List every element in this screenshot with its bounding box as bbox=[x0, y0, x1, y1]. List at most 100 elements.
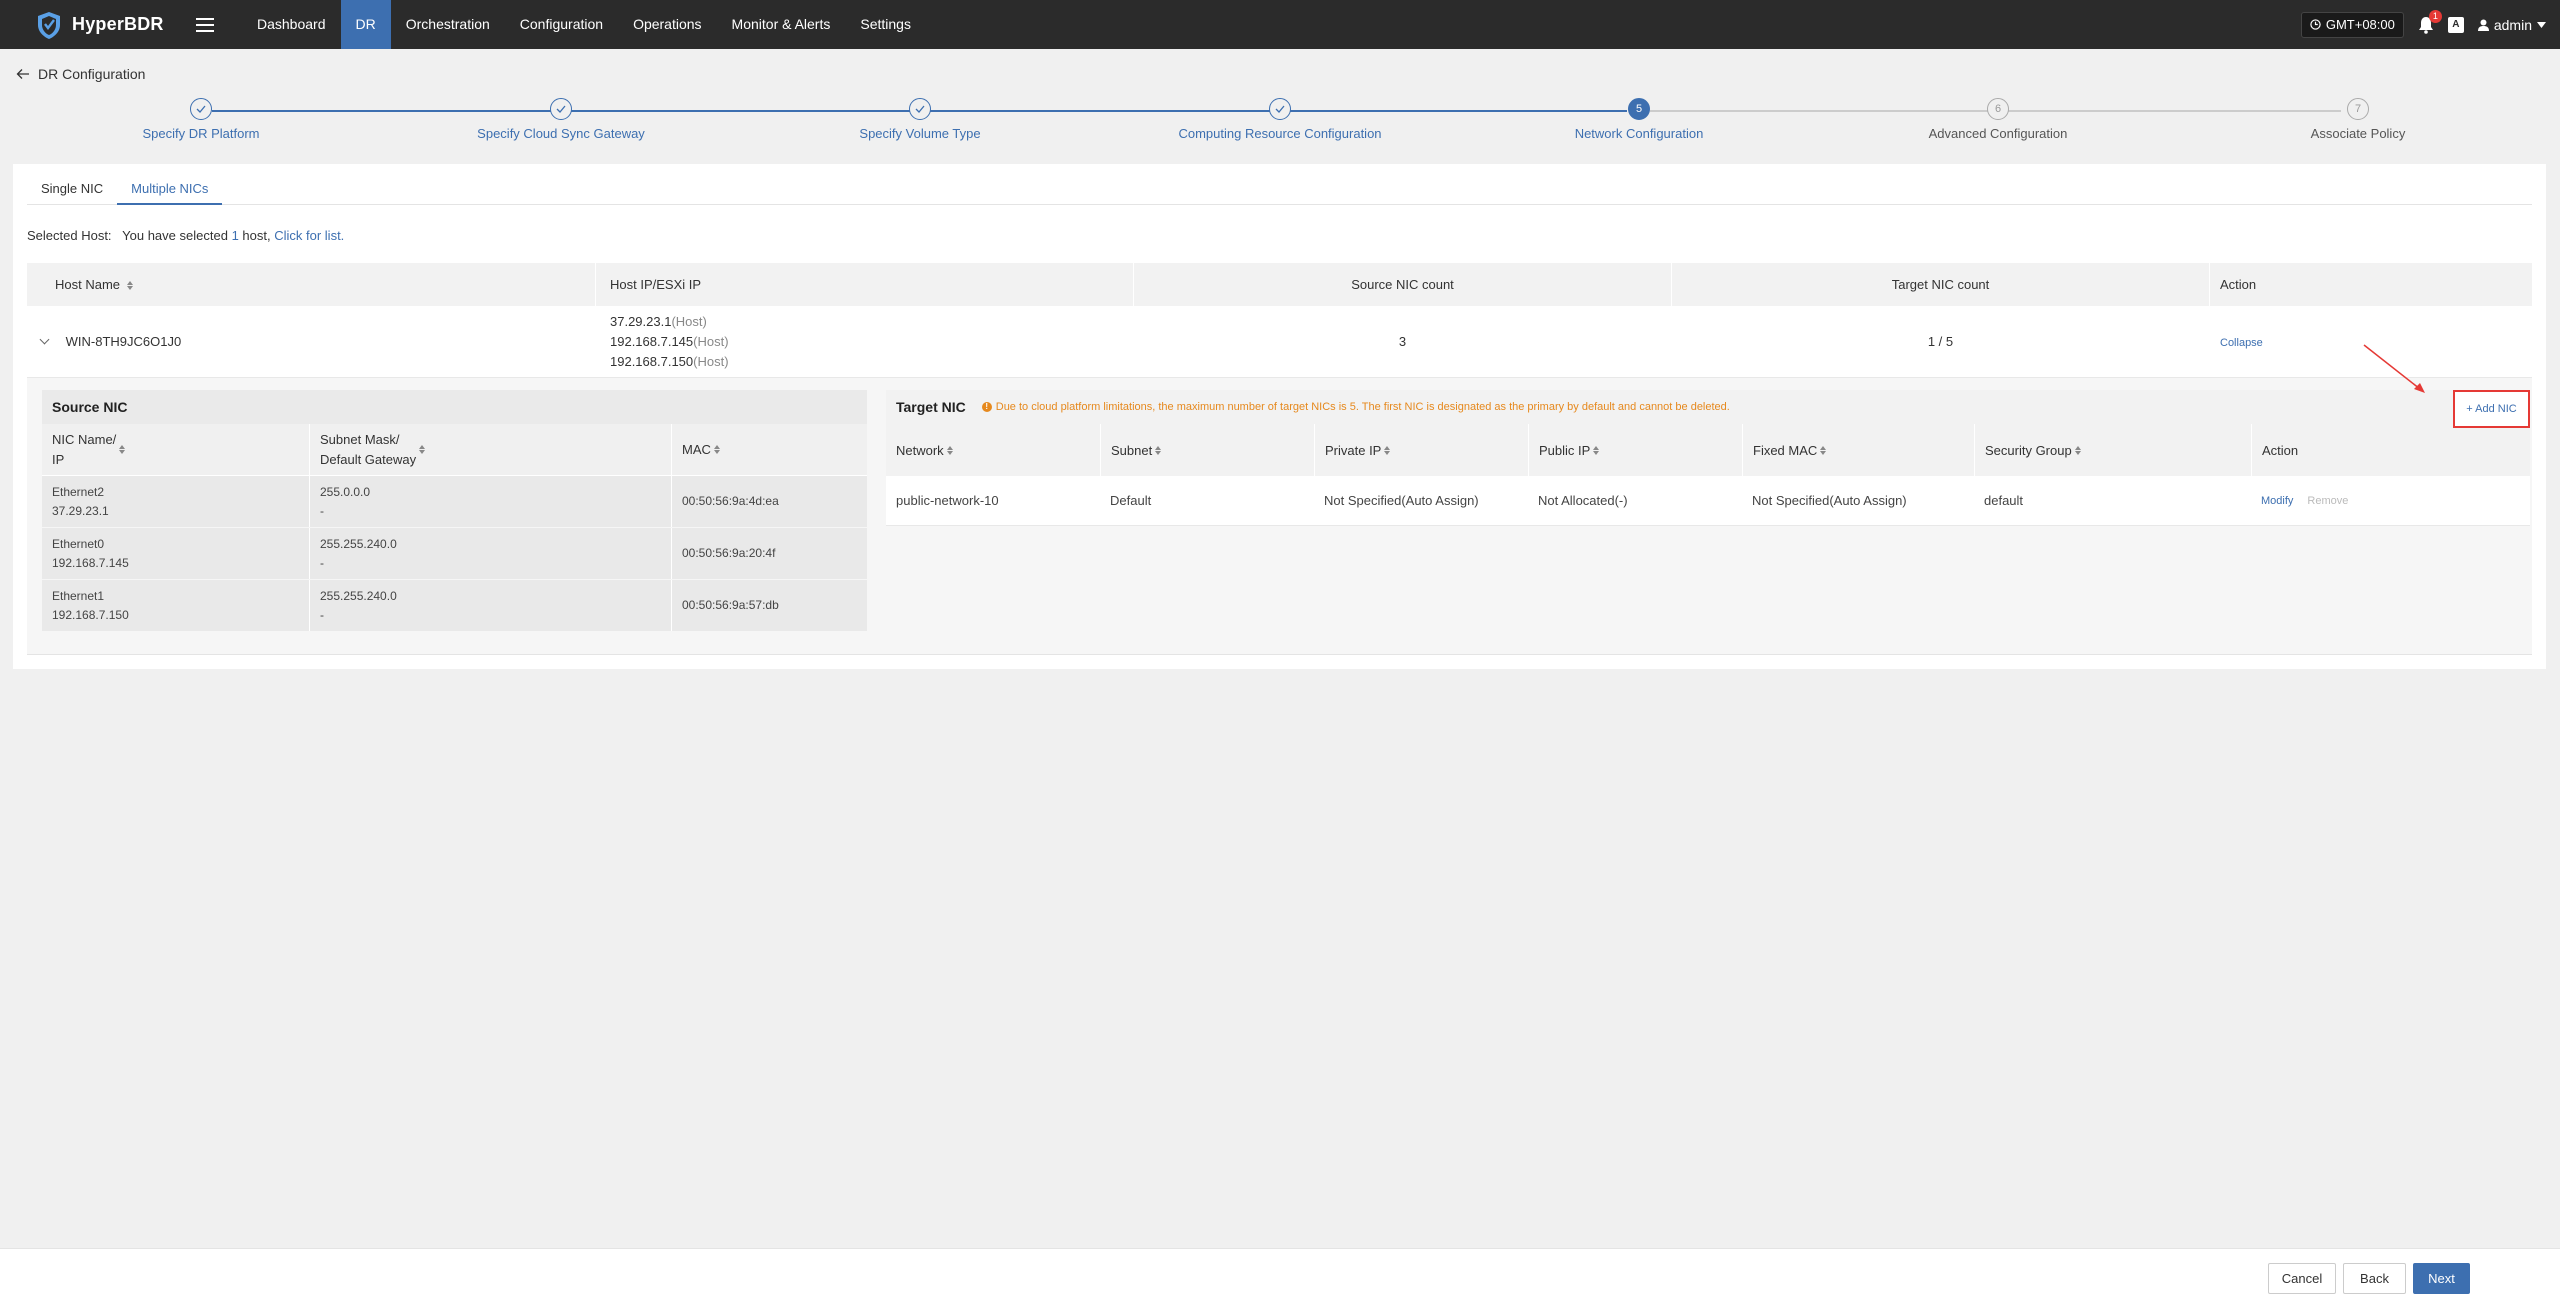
cancel-button[interactable]: Cancel bbox=[2268, 1263, 2336, 1294]
collapse-link[interactable]: Collapse bbox=[2220, 337, 2263, 349]
host-ip-tag: (Host) bbox=[693, 353, 729, 369]
tab-multiple-nics[interactable]: Multiple NICs bbox=[117, 176, 223, 205]
step-done-check-icon bbox=[550, 98, 572, 120]
selected-host-summary: Selected Host: You have selected 1 host,… bbox=[27, 228, 344, 243]
col-subnet-mask-line1: Subnet Mask/ bbox=[320, 431, 400, 447]
col-nic-name[interactable]: NIC Name/IP bbox=[42, 424, 309, 475]
mac-address: 00:50:56:9a:20:4f bbox=[682, 546, 776, 560]
user-menu[interactable]: admin bbox=[2477, 17, 2546, 33]
step-done-check-icon bbox=[1269, 98, 1291, 120]
user-icon bbox=[2477, 19, 2489, 31]
page-title: DR Configuration bbox=[38, 66, 146, 82]
back-arrow-icon[interactable] bbox=[16, 67, 30, 81]
target-nic-title: Target NIC bbox=[896, 399, 966, 415]
table-row: WIN-8TH9JC6O1J0 37.29.23.1(Host) 192.168… bbox=[27, 306, 2532, 378]
network-value: public-network-10 bbox=[896, 493, 999, 508]
nav-operations[interactable]: Operations bbox=[618, 0, 716, 49]
app-name: HyperBDR bbox=[72, 14, 164, 34]
col-fixed-mac-label: Fixed MAC bbox=[1753, 442, 1818, 458]
step-label: Specify DR Platform bbox=[142, 126, 260, 141]
col-subnet-mask-line2: Default Gateway bbox=[320, 451, 417, 467]
col-action: Action bbox=[2251, 424, 2530, 476]
sort-icon[interactable] bbox=[713, 444, 721, 455]
modify-link[interactable]: Modify bbox=[2261, 495, 2293, 507]
source-nic-section: Source NIC NIC Name/IP Subnet Mask/Defau… bbox=[42, 390, 867, 632]
col-host-name[interactable]: Host Name bbox=[27, 263, 595, 306]
network-config-card: Single NIC Multiple NICs Selected Host: … bbox=[13, 164, 2546, 669]
table-row: Ethernet0 192.168.7.145 255.255.240.0 - 00… bbox=[42, 528, 867, 580]
wizard-footer: Cancel Back Next bbox=[0, 1248, 2560, 1305]
step-label: Specify Cloud Sync Gateway bbox=[477, 126, 645, 141]
host-table: Host Name Host IP/ESXi IP Source NIC cou… bbox=[27, 263, 2532, 378]
app-logo[interactable]: HyperBDR bbox=[34, 10, 184, 40]
remove-link-disabled: Remove bbox=[2307, 494, 2349, 507]
annotation-arrow-icon bbox=[2363, 344, 2425, 393]
col-fixed-mac[interactable]: Fixed MAC bbox=[1742, 424, 1974, 476]
target-nic-header: Network Subnet Private IP Public IP Fixe… bbox=[886, 424, 2530, 476]
nav-orchestration[interactable]: Orchestration bbox=[391, 0, 505, 49]
sort-icon[interactable] bbox=[1593, 445, 1600, 456]
step-5: 5 Network Configuration bbox=[1489, 98, 1789, 141]
next-button[interactable]: Next bbox=[2413, 1263, 2470, 1294]
step-done-check-icon bbox=[190, 98, 212, 120]
security-group-value: default bbox=[1984, 493, 2024, 508]
caret-down-icon bbox=[2537, 21, 2546, 28]
nav-dashboard[interactable]: Dashboard bbox=[242, 0, 341, 49]
sort-icon[interactable] bbox=[1155, 445, 1162, 456]
host-ip-cell: 37.29.23.1(Host) 192.168.7.145(Host) 192… bbox=[595, 311, 1133, 372]
step-6: 6 Advanced Configuration bbox=[1848, 98, 2148, 141]
col-public-ip-label: Public IP bbox=[1539, 442, 1591, 458]
language-icon[interactable]: A bbox=[2447, 16, 2464, 33]
col-action: Action bbox=[2209, 263, 2532, 306]
col-subnet-mask[interactable]: Subnet Mask/Default Gateway bbox=[309, 424, 671, 475]
sort-icon[interactable] bbox=[946, 445, 954, 456]
source-nic-header: NIC Name/IP Subnet Mask/Default Gateway … bbox=[42, 424, 867, 476]
nav-settings[interactable]: Settings bbox=[845, 0, 926, 49]
nav-dr[interactable]: DR bbox=[340, 0, 391, 49]
step-number: 7 bbox=[2347, 98, 2369, 120]
timezone-button[interactable]: GMT+08:00 bbox=[2300, 11, 2404, 38]
step-label: Specify Volume Type bbox=[859, 126, 981, 141]
step-4: Computing Resource Configuration bbox=[1130, 98, 1430, 141]
sort-icon[interactable] bbox=[1384, 445, 1391, 456]
col-target-nic-count: Target NIC count bbox=[1671, 263, 2209, 306]
col-host-ip: Host IP/ESXi IP bbox=[595, 263, 1133, 306]
nic-ip: 192.168.7.145 bbox=[52, 555, 129, 570]
warning-text: Due to cloud platform limitations, the m… bbox=[995, 401, 1730, 413]
notification-badge: 1 bbox=[2428, 9, 2442, 23]
col-network[interactable]: Network bbox=[886, 424, 1100, 476]
nic-name: Ethernet2 bbox=[52, 484, 105, 499]
hamburger-menu-icon[interactable] bbox=[196, 17, 214, 32]
sort-icon[interactable] bbox=[2074, 445, 2082, 456]
chevron-down-icon[interactable] bbox=[39, 334, 50, 345]
selected-host-label: Selected Host: bbox=[27, 228, 112, 243]
private-ip-value: Not Specified(Auto Assign) bbox=[1324, 493, 1479, 508]
col-subnet[interactable]: Subnet bbox=[1100, 424, 1314, 476]
col-private-ip[interactable]: Private IP bbox=[1314, 424, 1528, 476]
col-mac[interactable]: MAC bbox=[671, 424, 867, 475]
notifications-button[interactable]: 1 bbox=[2418, 9, 2442, 34]
target-nic-section: Target NIC ! Due to cloud platform limit… bbox=[886, 390, 2530, 526]
timezone-label: GMT+08:00 bbox=[2325, 16, 2395, 32]
step-1: Specify DR Platform bbox=[51, 98, 351, 141]
col-public-ip[interactable]: Public IP bbox=[1528, 424, 1742, 476]
tab-single-nic[interactable]: Single NIC bbox=[27, 176, 117, 205]
click-for-list-link[interactable]: Click for list. bbox=[274, 228, 344, 243]
nav-configuration[interactable]: Configuration bbox=[505, 0, 618, 49]
nav-monitor-alerts[interactable]: Monitor & Alerts bbox=[717, 0, 846, 49]
sort-icon[interactable] bbox=[126, 280, 134, 291]
col-mac-label: MAC bbox=[682, 441, 711, 457]
fixed-mac-value: Not Specified(Auto Assign) bbox=[1752, 493, 1907, 508]
host-name: WIN-8TH9JC6O1J0 bbox=[65, 334, 182, 349]
step-label: Computing Resource Configuration bbox=[1178, 126, 1382, 141]
shield-logo-icon bbox=[38, 11, 60, 39]
step-done-check-icon bbox=[909, 98, 931, 120]
sort-icon[interactable] bbox=[1820, 445, 1827, 456]
add-nic-button[interactable]: + Add NIC bbox=[2453, 390, 2530, 428]
sort-icon[interactable] bbox=[419, 444, 426, 455]
back-button[interactable]: Back bbox=[2343, 1263, 2406, 1294]
sort-icon[interactable] bbox=[119, 444, 126, 455]
mac-address: 00:50:56:9a:57:db bbox=[682, 598, 779, 612]
step-number: 5 bbox=[1628, 98, 1650, 120]
col-security-group[interactable]: Security Group bbox=[1974, 424, 2251, 476]
